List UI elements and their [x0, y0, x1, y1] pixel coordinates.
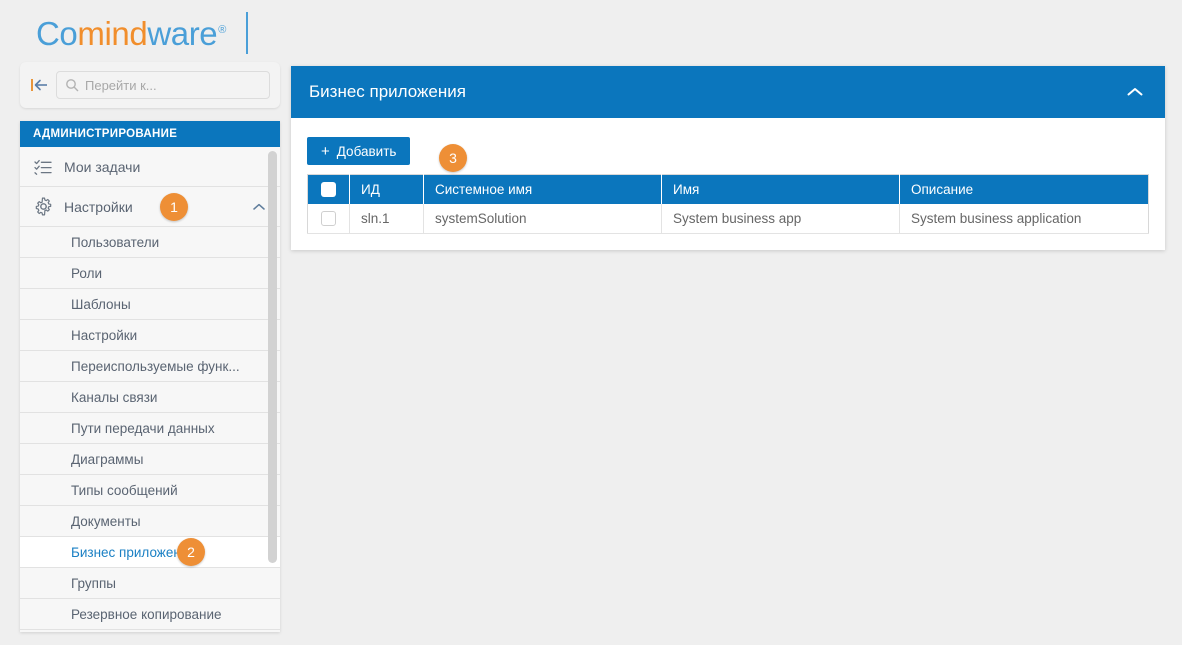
logo-part-3: ware: [147, 14, 218, 52]
sidebar-item-label: Мои задачи: [64, 158, 141, 175]
sidebar-subitem-label: Каналы связи: [71, 389, 158, 405]
column-header-system-name[interactable]: Системное имя: [423, 174, 662, 204]
sidebar-scrollbar[interactable]: [268, 151, 277, 627]
chevron-up-icon[interactable]: [252, 200, 266, 214]
add-button-label: Добавить: [336, 143, 397, 159]
search-icon: [65, 78, 79, 92]
cell-description: System business application: [899, 203, 1149, 234]
sidebar-subitem-backup[interactable]: Резервное копирование: [20, 599, 280, 630]
row-checkbox[interactable]: [321, 211, 336, 227]
sidebar-subitem-settings[interactable]: Настройки: [20, 320, 280, 351]
select-all-header[interactable]: [307, 174, 350, 204]
sidebar-subitem-templates[interactable]: Шаблоны: [20, 289, 280, 320]
add-button[interactable]: + Добавить: [307, 137, 411, 165]
nav-panel: АДМИНИСТРИРОВАНИЕ Мои задачи Настройки 1…: [20, 121, 280, 632]
step-badge-1: 1: [160, 193, 188, 221]
sidebar-subitem-roles[interactable]: Роли: [20, 258, 280, 289]
sidebar-subitem-label: Роли: [71, 265, 103, 281]
sidebar-subitem-message-types[interactable]: Типы сообщений: [20, 475, 280, 506]
sidebar-subitem-label: Настройки: [71, 327, 138, 343]
sidebar-subitem-business-apps[interactable]: Бизнес приложения 2: [20, 537, 280, 568]
logo-text: Comindware®: [36, 17, 226, 50]
gear-icon: [33, 197, 53, 217]
step-badge-2: 2: [177, 538, 205, 566]
sidebar-subitem-data-transfer-paths[interactable]: Пути передачи данных: [20, 413, 280, 444]
cell-system-name: systemSolution: [423, 203, 662, 234]
sidebar-subitem-label: Группы: [71, 575, 116, 591]
table-row[interactable]: sln.1 systemSolution System business app…: [307, 203, 1149, 234]
sidebar-subitem-communication-channels[interactable]: Каналы связи: [20, 382, 280, 413]
column-header-description[interactable]: Описание: [899, 174, 1149, 204]
sidebar-subitem-label: Документы: [71, 513, 141, 529]
select-all-checkbox[interactable]: [321, 182, 336, 198]
sidebar-subitem-users[interactable]: Пользователи: [20, 227, 280, 258]
logo-divider: [245, 12, 248, 54]
panel-body: + Добавить 3 ИД Системное имя Имя Описан…: [291, 118, 1165, 250]
column-header-name[interactable]: Имя: [661, 174, 900, 204]
brand-logo: Comindware®: [36, 12, 248, 54]
logo-part-1: Co: [36, 14, 78, 52]
column-header-id[interactable]: ИД: [349, 174, 424, 204]
sidebar: АДМИНИСТРИРОВАНИЕ Мои задачи: [20, 62, 290, 632]
cell-name: System business app: [661, 203, 900, 234]
sidebar-subitem-label: Шаблоны: [71, 296, 131, 312]
page-title: Бизнес приложения: [309, 82, 466, 101]
sidebar-subitem-groups[interactable]: Группы: [20, 568, 280, 599]
sidebar-item-my-tasks[interactable]: Мои задачи: [20, 147, 280, 187]
sidebar-subitem-label: Типы сообщений: [71, 482, 178, 498]
sidebar-subitem-label: Пути передачи данных: [71, 420, 215, 436]
row-select-cell[interactable]: [307, 203, 350, 234]
table-header-row: ИД Системное имя Имя Описание: [307, 174, 1149, 204]
sidebar-subitem-documents[interactable]: Документы: [20, 506, 280, 537]
sidebar-scrollbar-thumb[interactable]: [268, 151, 277, 563]
plus-icon: +: [321, 142, 330, 160]
toolbar: + Добавить 3: [307, 132, 1149, 172]
sidebar-item-label: Настройки: [64, 198, 133, 215]
cell-id: sln.1: [349, 203, 424, 234]
business-apps-panel: Бизнес приложения + Добавить 3 ИД Систем…: [291, 66, 1165, 250]
task-list-icon: [33, 157, 53, 177]
sidebar-subitem-label: Пользователи: [71, 234, 160, 250]
sidebar-subitem-label: Резервное копирование: [71, 606, 222, 622]
sidebar-subitem-label: Диаграммы: [71, 451, 144, 467]
nav-section-header: АДМИНИСТРИРОВАНИЕ: [20, 121, 280, 147]
business-apps-table: ИД Системное имя Имя Описание sln.1 syst…: [307, 174, 1149, 234]
logo-part-2: mind: [77, 14, 148, 52]
panel-header: Бизнес приложения: [291, 66, 1165, 118]
sidebar-subitem-label: Переиспользуемые функ...: [71, 358, 240, 374]
search-input[interactable]: [85, 77, 261, 93]
app-window: Comindware® Перейти к... АДМИНИСТРИРОВАН…: [0, 0, 1182, 645]
step-badge-3: 3: [439, 144, 467, 172]
registered-mark-icon: ®: [218, 23, 226, 36]
collapse-left-icon[interactable]: [30, 73, 50, 97]
search-field[interactable]: [56, 71, 270, 99]
chevron-up-icon[interactable]: [1123, 80, 1147, 104]
sidebar-subitem-diagrams[interactable]: Диаграммы: [20, 444, 280, 475]
sidebar-item-settings[interactable]: Настройки 1: [20, 187, 280, 227]
nav-search-bar: [20, 62, 280, 108]
sidebar-subitem-reusable-functions[interactable]: Переиспользуемые функ...: [20, 351, 280, 382]
